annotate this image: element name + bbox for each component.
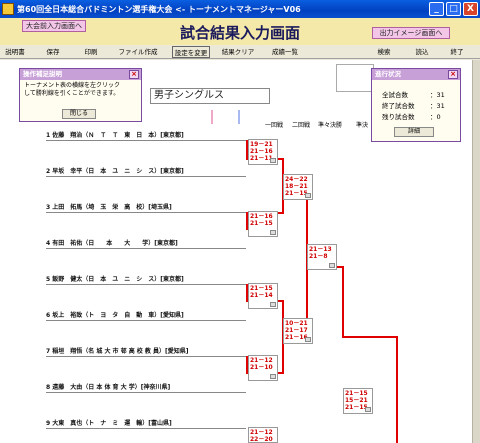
search-button[interactable]: 検索 [374, 46, 394, 58]
player-line[interactable] [46, 284, 246, 285]
minimize-button[interactable]: _ [429, 2, 444, 16]
help-line-1: トーナメント表の横線を左クリック [24, 82, 121, 89]
output-image-screen-button[interactable]: 出力イメージ画面へ [372, 27, 450, 39]
player-line[interactable] [46, 212, 246, 213]
window-titlebar: 第60回全日本総合バドミントン選手権大会 <- トーナメントマネージャーV06 … [0, 0, 480, 18]
score-dropdown-icon[interactable] [329, 263, 335, 268]
score-box[interactable]: 19－21 21－16 21－11 [248, 139, 278, 165]
player-line[interactable] [46, 140, 246, 141]
player-line[interactable] [46, 392, 246, 393]
window-title: 第60回全日本総合バドミントン選手権大会 <- トーナメントマネージャーV06 [17, 4, 301, 14]
score-dropdown-icon[interactable] [305, 193, 311, 198]
round-label-2: 二回戦 [292, 122, 311, 129]
score-dropdown-icon[interactable] [270, 374, 276, 379]
player-row[interactable]: 3 上田 拓馬（埼 玉 栄 高 校）[埼玉県] [46, 203, 172, 212]
remaining-matches-value: ：0 [430, 113, 441, 121]
progress-popup: 進行状況 × 全試合数 ：31 終了試合数 ：31 残り試合数 ：0 詳細 [371, 68, 461, 142]
close-button[interactable]: X [463, 2, 478, 16]
player-row[interactable]: 1 佐藤 翔治（Ｎ Ｔ Ｔ 東 日 本）[東京都] [46, 131, 184, 140]
marker-pink [211, 110, 213, 124]
print-button[interactable]: 印刷 [80, 46, 102, 58]
score-dropdown-icon[interactable] [365, 407, 371, 412]
help-close-button[interactable]: 閉じる [62, 109, 96, 119]
blank-panel [336, 64, 374, 92]
load-button[interactable]: 読込 [412, 46, 432, 58]
player-line[interactable] [46, 428, 246, 429]
score-box[interactable]: 10－21 21－17 21－16 [283, 318, 313, 344]
menu-bar: 説明書 保存 印刷 ファイル作成 設定を変更 結果クリア 成績一覧 検索 読込 … [0, 45, 480, 59]
score-dropdown-icon[interactable] [305, 337, 311, 342]
help-popup: 操作補足説明 × トーナメント表の横線を左クリック して勝利線を引くことができま… [19, 68, 142, 122]
round-label-qf: 準々決勝 [318, 122, 343, 129]
score-box[interactable]: 21－15 15－21 21－15 [343, 388, 373, 414]
help-popup-close-icon[interactable]: × [129, 70, 139, 79]
score-box[interactable]: 21－12 21－10 [248, 355, 278, 381]
player-row[interactable]: 8 遠藤 大由（日 本 体 育 大 学）[神奈川県] [46, 383, 170, 392]
create-file-button[interactable]: ファイル作成 [118, 46, 158, 58]
score-box[interactable]: 24－22 18－21 21－15 [283, 174, 313, 200]
score-box[interactable]: 21－13 21－8 [307, 244, 337, 270]
round-label-sf: 準決 [356, 122, 369, 129]
marker-blue [238, 110, 240, 124]
round-label-1: 一回戦 [265, 122, 284, 129]
score-dropdown-icon[interactable] [270, 158, 276, 163]
event-name-field: 男子シングルス [150, 88, 270, 104]
score-box[interactable]: 21－15 21－14 [248, 283, 278, 309]
save-button[interactable]: 保存 [42, 46, 64, 58]
app-icon [2, 3, 14, 15]
player-row[interactable]: 6 坂上 裕致（ト ヨ タ 自 動 車）[愛知県] [46, 311, 184, 320]
exit-button[interactable]: 終了 [447, 46, 467, 58]
score-box[interactable]: 21－12 22－20 [248, 427, 278, 443]
finished-matches-label: 終了試合数 [382, 102, 415, 110]
total-matches-value: ：31 [430, 91, 445, 99]
player-row[interactable]: 5 飯野 健太（日 本 ユ ニ シ ス）[東京都] [46, 275, 184, 284]
results-list-button[interactable]: 成績一覧 [268, 46, 302, 58]
player-row[interactable]: 4 有田 祐佑（日 本 大 学）[東京都] [46, 239, 178, 248]
winner-line[interactable] [342, 266, 344, 336]
player-line[interactable] [46, 248, 246, 249]
finished-matches-value: ：31 [430, 102, 445, 110]
manual-button[interactable]: 説明書 [2, 46, 28, 58]
score-dropdown-icon[interactable] [270, 230, 276, 235]
pre-input-screen-button[interactable]: 大会前入力画面へ [22, 20, 86, 32]
player-line[interactable] [46, 320, 246, 321]
player-row[interactable]: 2 早坂 幸平（日 本 ユ ニ シ ス）[東京都] [46, 167, 184, 176]
score-box[interactable]: 21－16 21－15 [248, 211, 278, 237]
total-matches-label: 全試合数 [382, 91, 408, 99]
winner-line[interactable] [396, 336, 398, 443]
progress-popup-close-icon[interactable]: × [448, 70, 458, 79]
detail-button[interactable]: 詳細 [394, 127, 434, 137]
remaining-matches-label: 残り試合数 [382, 113, 415, 121]
change-settings-button[interactable]: 設定を変更 [172, 46, 210, 58]
help-popup-title: 操作補足説明 [20, 69, 141, 80]
progress-popup-title: 進行状況 [372, 69, 460, 80]
help-line-2: して勝利線を引くことができます。 [24, 90, 120, 97]
player-row[interactable]: 7 稲垣 翔悟（名 城 大 市 邨 高 校 教 員）[愛知県] [46, 347, 188, 356]
clear-results-button[interactable]: 結果クリア [218, 46, 258, 58]
page-title: 試合結果入力画面 [179, 24, 300, 42]
maximize-button[interactable]: □ [446, 2, 461, 16]
winner-line[interactable] [342, 336, 396, 338]
player-line[interactable] [46, 176, 246, 177]
score-dropdown-icon[interactable] [270, 302, 276, 307]
vertical-scrollbar[interactable] [472, 60, 480, 443]
player-row[interactable]: 9 大東 真也（ト ナ ミ 運 輸）[富山県] [46, 419, 172, 428]
player-line[interactable] [46, 356, 246, 357]
